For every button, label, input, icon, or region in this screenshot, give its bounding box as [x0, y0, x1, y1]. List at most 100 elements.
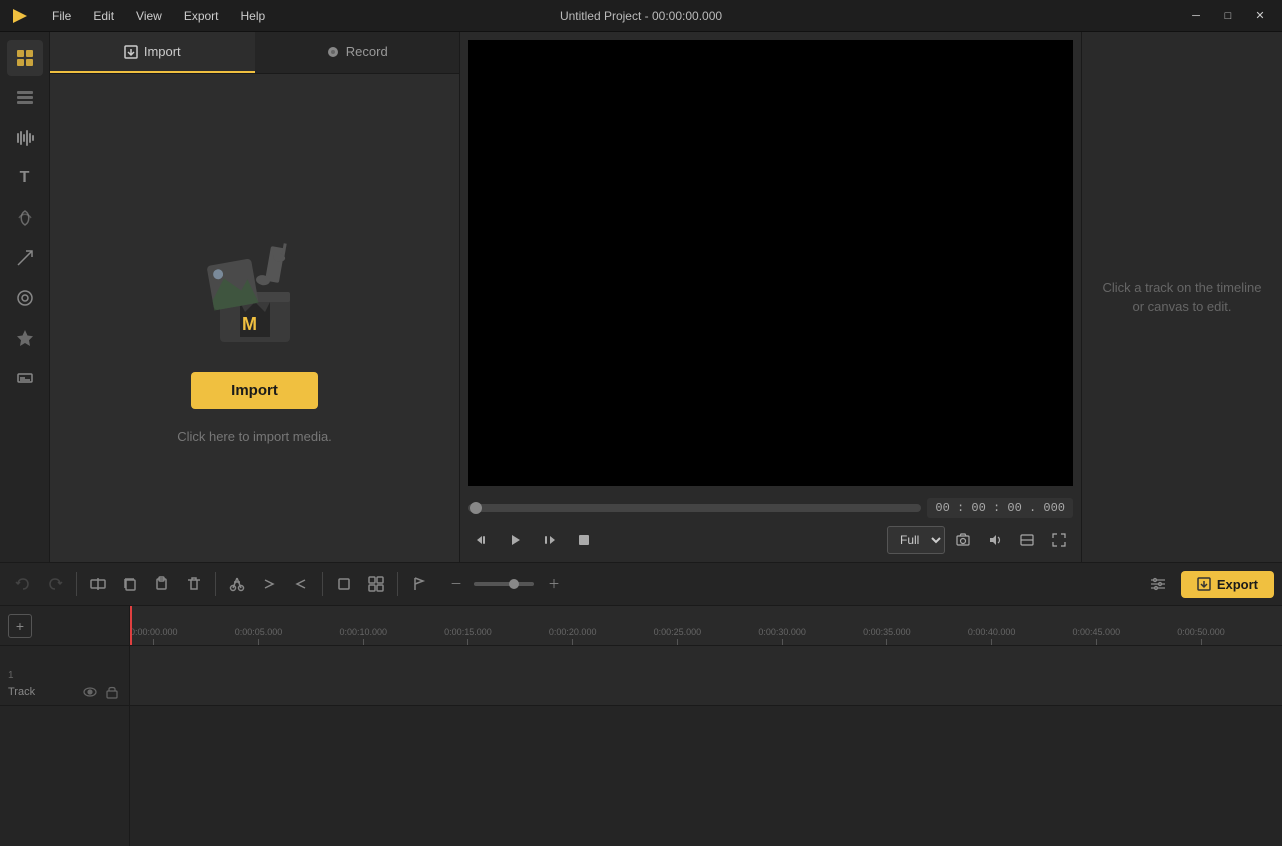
track-lock-button[interactable] — [103, 683, 121, 701]
empty-timeline-area — [0, 706, 1282, 846]
add-track-button[interactable]: + — [8, 614, 32, 638]
playback-buttons — [468, 526, 598, 554]
track-visibility-button[interactable] — [81, 683, 99, 701]
menu-edit[interactable]: Edit — [83, 5, 124, 27]
toolbar-right: Export — [1143, 569, 1274, 599]
main-area: T — [0, 32, 1282, 562]
empty-track-list — [0, 706, 130, 846]
import-hint-text: Click here to import media. — [177, 429, 332, 444]
track-header: 1 Track — [0, 646, 130, 705]
separator-4 — [397, 572, 398, 596]
sidebar: T — [0, 32, 50, 562]
minimize-button[interactable]: ─ — [1182, 6, 1210, 26]
separator-1 — [76, 572, 77, 596]
delete-button[interactable] — [179, 569, 209, 599]
track-content — [130, 646, 1282, 705]
menu-export[interactable]: Export — [174, 5, 229, 27]
sidebar-item-layers[interactable] — [7, 80, 43, 116]
ruler-mark: 0:00:40.000 — [968, 627, 1016, 645]
app-logo — [8, 4, 32, 28]
cut-button[interactable] — [222, 569, 252, 599]
timeline-area: + 0:00:00.0000:00:05.0000:00:10.0000:00:… — [0, 606, 1282, 846]
undo-button[interactable] — [8, 569, 38, 599]
quality-select[interactable]: Full 1/2 1/4 — [887, 526, 945, 554]
zoom-slider[interactable] — [474, 582, 534, 586]
scrubber-thumb[interactable] — [470, 502, 482, 514]
sidebar-item-elements[interactable] — [7, 320, 43, 356]
track-number: 1 — [8, 670, 121, 681]
track-controls: Track — [8, 683, 121, 701]
table-row: 1 Track — [0, 646, 1282, 706]
svg-text:M: M — [242, 314, 257, 334]
ruler-mark: 0:00:35.000 — [863, 627, 911, 645]
ruler-mark: 0:00:05.000 — [235, 627, 283, 645]
sidebar-item-audio[interactable] — [7, 120, 43, 156]
ruler-mark: 0:00:15.000 — [444, 627, 492, 645]
play-button[interactable] — [502, 526, 530, 554]
sidebar-item-filters[interactable] — [7, 280, 43, 316]
sidebar-item-text[interactable]: T — [7, 160, 43, 196]
tab-record[interactable]: Record — [255, 32, 460, 73]
titlebar: File Edit View Export Help Untitled Proj… — [0, 0, 1282, 32]
ruler-marks: 0:00:00.0000:00:05.0000:00:10.0000:00:15… — [130, 606, 1282, 645]
stop-button[interactable] — [570, 526, 598, 554]
zoom-in-button[interactable]: ＋ — [538, 569, 568, 599]
fullscreen-button[interactable] — [1045, 526, 1073, 554]
menu-help[interactable]: Help — [231, 5, 276, 27]
paste-button[interactable] — [147, 569, 177, 599]
import-media-button[interactable]: Import — [191, 372, 318, 409]
export-button[interactable]: Export — [1181, 571, 1274, 598]
ruler-mark: 0:00:25.000 — [654, 627, 702, 645]
split-button[interactable] — [83, 569, 113, 599]
forward-button[interactable] — [254, 569, 284, 599]
group-button[interactable] — [361, 569, 391, 599]
playback-scrubber[interactable] — [468, 504, 921, 512]
ruler-mark: 0:00:45.000 — [1073, 627, 1121, 645]
media-panel: Import Record M — [50, 32, 460, 562]
project-title: Untitled Project - 00:00:00.000 — [560, 9, 722, 23]
svg-text:＋: ＋ — [548, 577, 560, 591]
media-tabs: Import Record — [50, 32, 459, 74]
record-tab-label: Record — [346, 44, 388, 59]
ruler-mark: 0:00:10.000 — [339, 627, 387, 645]
ruler-mark: 0:00:30.000 — [758, 627, 806, 645]
step-back-button[interactable] — [468, 526, 496, 554]
preview-right-controls: Full 1/2 1/4 — [887, 526, 1073, 554]
backward-button[interactable] — [286, 569, 316, 599]
sidebar-item-captions[interactable] — [7, 360, 43, 396]
copy-button[interactable] — [115, 569, 145, 599]
step-forward-button[interactable] — [536, 526, 564, 554]
properties-panel: Click a track on the timeline or canvas … — [1082, 32, 1282, 562]
close-button[interactable]: ✕ — [1246, 6, 1274, 26]
export-label: Export — [1217, 577, 1258, 592]
sidebar-item-media[interactable] — [7, 40, 43, 76]
timeline-tracks: 1 Track — [0, 646, 1282, 846]
preview-controls: Full 1/2 1/4 — [460, 522, 1081, 562]
flag-button[interactable] — [404, 569, 434, 599]
preview-screen — [468, 40, 1073, 486]
maximize-button[interactable]: □ — [1214, 6, 1242, 26]
zoom-out-button[interactable]: － — [440, 569, 470, 599]
settings-button[interactable] — [1143, 569, 1173, 599]
zoom-thumb[interactable] — [509, 579, 519, 589]
time-display: 00 : 00 : 00 . 000 — [927, 498, 1073, 518]
tab-import[interactable]: Import — [50, 32, 255, 73]
crop-button[interactable] — [329, 569, 359, 599]
audio-settings-button[interactable] — [1013, 526, 1041, 554]
sidebar-item-effects[interactable] — [7, 200, 43, 236]
screenshot-button[interactable] — [949, 526, 977, 554]
window-controls: ─ □ ✕ — [1182, 6, 1274, 26]
menu-view[interactable]: View — [126, 5, 172, 27]
playhead[interactable] — [130, 606, 132, 645]
preview-timeline-bar: 00 : 00 : 00 . 000 — [460, 494, 1081, 522]
menu-file[interactable]: File — [42, 5, 81, 27]
preview-panel: 00 : 00 : 00 . 000 — [460, 32, 1082, 562]
redo-button[interactable] — [40, 569, 70, 599]
separator-3 — [322, 572, 323, 596]
volume-button[interactable] — [981, 526, 1009, 554]
ruler-mark: 0:00:50.000 — [1177, 627, 1225, 645]
empty-track-content — [130, 706, 1282, 846]
properties-hint-text: Click a track on the timeline or canvas … — [1102, 278, 1262, 317]
sidebar-item-transitions[interactable] — [7, 240, 43, 276]
import-tab-label: Import — [144, 44, 181, 59]
